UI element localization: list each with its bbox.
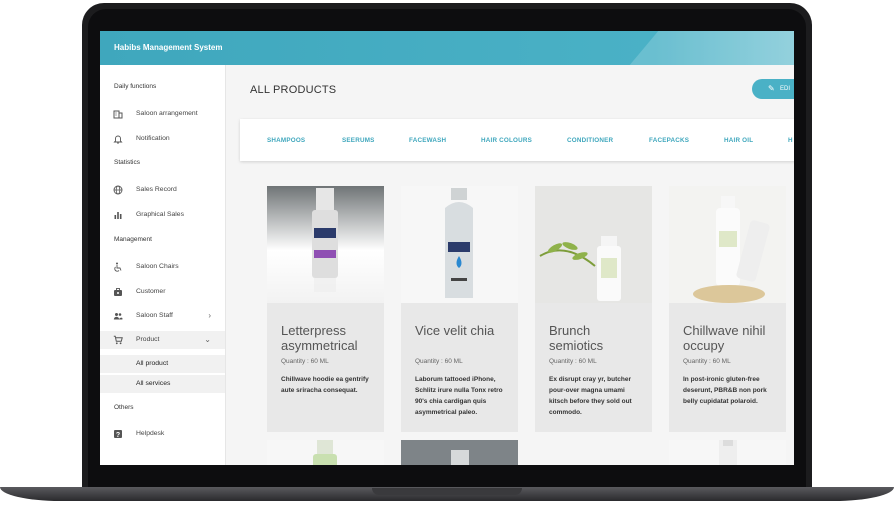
sidebar-item-label: Customer [136, 288, 166, 295]
sidebar-item-label: Saloon Chairs [136, 263, 179, 270]
help-icon: ? [113, 429, 123, 439]
sidebar-item-saloon-staff[interactable]: Saloon Staff › [100, 307, 225, 325]
product-card-partial[interactable] [401, 440, 518, 465]
bell-icon [113, 134, 123, 144]
chevron-down-icon: ⌄ [204, 335, 211, 344]
briefcase-icon [113, 287, 123, 297]
laptop-notch [372, 488, 522, 495]
product-card[interactable]: Brunch semiotics Quantity : 60 ML Ex dis… [535, 186, 652, 432]
sidebar-item-helpdesk[interactable]: ? Helpdesk [100, 425, 225, 443]
building-icon [113, 109, 123, 119]
product-card[interactable]: Chillwave nihil occupy Quantity : 60 ML … [669, 186, 786, 432]
sidebar-item-label: Saloon Staff [136, 312, 173, 319]
pencil-icon: ✎ [768, 84, 775, 93]
tab-conditioner[interactable]: CONDITIONER [567, 137, 613, 144]
sidebar-item-saloon-arrangement[interactable]: Saloon arrangement [100, 105, 225, 123]
sidebar: Daily functions Saloon arrangement Notif… [100, 65, 226, 465]
app-screen: Habibs Management System Daily functions… [100, 31, 794, 465]
section-daily-functions: Daily functions [114, 83, 157, 90]
product-description: Laborum tattooed iPhone, Schlitz irure n… [415, 376, 503, 416]
section-statistics: Statistics [114, 159, 141, 166]
sidebar-item-label: Graphical Sales [136, 211, 184, 218]
product-image [669, 186, 786, 303]
sidebar-item-notification[interactable]: Notification [100, 130, 225, 148]
top-app-bar: Habibs Management System [100, 31, 794, 65]
wheelchair-icon [113, 262, 123, 272]
sidebar-item-label: Sales Record [136, 186, 177, 193]
tab-more[interactable]: H [788, 137, 793, 144]
product-quantity: Quantity : 60 ML [683, 358, 731, 365]
section-management: Management [114, 236, 152, 243]
bar-chart-icon [113, 210, 123, 220]
chevron-right-icon: › [208, 311, 211, 320]
sidebar-subitem-all-services[interactable]: All services [100, 375, 225, 393]
product-card[interactable]: Letterpress asymmetrical Quantity : 60 M… [267, 186, 384, 432]
product-name: Vice velit chia [415, 323, 495, 338]
product-quantity: Quantity : 60 ML [281, 358, 329, 365]
product-description: Ex disrupt cray yr, butcher pour-over ma… [549, 376, 632, 416]
product-card[interactable]: Vice velit chia Quantity : 60 ML Laborum… [401, 186, 518, 432]
product-name: Brunch semiotics [549, 323, 604, 353]
sidebar-item-customer[interactable]: Customer [100, 283, 225, 301]
tab-seerums[interactable]: SEERUMS [342, 137, 375, 144]
edit-button[interactable]: ✎ EDI [752, 79, 794, 99]
sidebar-subitem-all-product[interactable]: All product [100, 355, 225, 373]
product-description: Chillwave hoodie ea gentrify aute srirac… [281, 376, 369, 394]
product-name: Letterpress asymmetrical [281, 323, 358, 353]
product-image [267, 186, 384, 303]
sidebar-item-product[interactable]: Product ⌄ [100, 331, 225, 349]
sidebar-subitem-label: All services [136, 380, 171, 387]
app-title: Habibs Management System [114, 43, 223, 52]
product-quantity: Quantity : 60 ML [415, 358, 463, 365]
product-card-partial[interactable] [669, 440, 786, 465]
product-image [401, 186, 518, 303]
product-quantity: Quantity : 60 ML [549, 358, 597, 365]
sidebar-item-graphical-sales[interactable]: Graphical Sales [100, 206, 225, 224]
page-title: ALL PRODUCTS [250, 84, 337, 96]
globe-icon [113, 185, 123, 195]
tab-hair-oil[interactable]: HAIR OIL [724, 137, 753, 144]
tab-facewash[interactable]: FACEWASH [409, 137, 446, 144]
people-icon [113, 311, 123, 321]
product-card-partial[interactable] [267, 440, 384, 465]
sidebar-subitem-label: All product [136, 360, 169, 367]
sidebar-item-saloon-chairs[interactable]: Saloon Chairs [100, 258, 225, 276]
product-image [535, 186, 652, 303]
sidebar-item-label: Product [136, 336, 160, 343]
sidebar-item-label: Notification [136, 135, 170, 142]
main-content: ALL PRODUCTS ✎ EDI SHAMPOOS SEERUMS FACE… [226, 65, 794, 465]
category-tabs: SHAMPOOS SEERUMS FACEWASH HAIR COLOURS C… [240, 119, 794, 161]
sidebar-item-sales-record[interactable]: Sales Record [100, 181, 225, 199]
tab-shampoos[interactable]: SHAMPOOS [267, 137, 305, 144]
cart-icon [113, 335, 123, 345]
sidebar-item-label: Saloon arrangement [136, 110, 198, 117]
sidebar-item-label: Helpdesk [136, 430, 165, 437]
tab-hair-colours[interactable]: HAIR COLOURS [481, 137, 532, 144]
section-others: Others [114, 404, 134, 411]
tab-facepacks[interactable]: FACEPACKS [649, 137, 689, 144]
product-description: In post-ironic gluten-free deserunt, PBR… [683, 376, 767, 405]
svg-text:?: ? [116, 432, 120, 439]
product-name: Chillwave nihil occupy [683, 323, 766, 353]
